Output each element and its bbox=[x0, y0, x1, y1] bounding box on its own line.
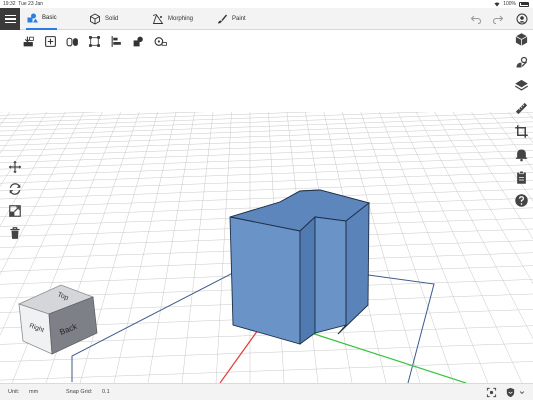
model-front-face bbox=[229, 216, 301, 345]
shield-view-icon[interactable] bbox=[505, 387, 516, 398]
grid-line bbox=[0, 99, 2, 102]
app-window: 19:32 Tue 23 Jan 100% Basic Solid Morphi… bbox=[0, 0, 533, 400]
solid-cube-icon bbox=[90, 13, 100, 25]
scale-icon[interactable] bbox=[8, 204, 22, 218]
tab-basic[interactable]: Basic bbox=[26, 8, 57, 30]
right-panel-tools bbox=[514, 32, 530, 208]
view-cube-icon[interactable] bbox=[514, 32, 529, 47]
grid-line bbox=[215, 99, 233, 383]
status-time: 19:32 bbox=[3, 1, 16, 7]
align-tool[interactable] bbox=[110, 35, 123, 48]
trash-icon[interactable] bbox=[8, 226, 22, 240]
tab-basic-label: Basic bbox=[42, 15, 57, 21]
tab-morphing-label: Morphing bbox=[168, 16, 194, 22]
view-cube[interactable]: Top Right Back bbox=[15, 283, 99, 355]
left-transform-tools bbox=[8, 160, 22, 240]
status-right: 100% bbox=[494, 1, 529, 7]
grid-line bbox=[374, 99, 489, 383]
tab-solid[interactable]: Solid bbox=[89, 8, 118, 30]
grid-line bbox=[0, 112, 533, 132]
x-axis-line bbox=[219, 329, 259, 383]
ruler-icon[interactable] bbox=[514, 101, 529, 116]
tab-solid-label: Solid bbox=[105, 16, 119, 22]
tab-paint[interactable]: Paint bbox=[216, 8, 246, 30]
paint-brush-icon bbox=[218, 14, 227, 24]
duplicate-tool[interactable] bbox=[66, 35, 79, 48]
tab-paint-label: Paint bbox=[232, 16, 246, 22]
basic-shapes-icon bbox=[27, 13, 38, 23]
battery-percent: 100% bbox=[503, 1, 516, 7]
grid-line bbox=[0, 164, 533, 184]
sky-area bbox=[0, 50, 533, 112]
undo-icon[interactable] bbox=[470, 13, 482, 25]
add-shape-tool[interactable] bbox=[44, 35, 57, 48]
chevron-down-icon[interactable] bbox=[519, 387, 525, 398]
grid-line bbox=[0, 171, 533, 192]
status-date: Tue 23 Jan bbox=[18, 1, 44, 7]
bounding-box-tool[interactable] bbox=[88, 35, 101, 48]
morphing-icon bbox=[152, 14, 164, 24]
layers-icon[interactable] bbox=[514, 78, 529, 93]
status-left: 19:32 Tue 23 Jan bbox=[3, 1, 43, 7]
grid-line bbox=[0, 126, 533, 146]
bounding-box-icon bbox=[89, 35, 100, 47]
wifi-icon bbox=[494, 2, 500, 6]
help-icon[interactable] bbox=[514, 193, 529, 208]
redo-icon[interactable] bbox=[492, 13, 504, 25]
bottom-status-bar: Unit: mm Snap Grid: 0.1 bbox=[0, 383, 533, 400]
grid-line bbox=[147, 99, 197, 383]
notification-bell-icon[interactable] bbox=[514, 147, 529, 162]
import-icon bbox=[23, 36, 34, 46]
rotate-icon[interactable] bbox=[8, 182, 22, 196]
snap-grid-selector[interactable]: 0.1 bbox=[102, 389, 110, 395]
measure-icon bbox=[154, 36, 167, 46]
add-box-icon bbox=[45, 35, 56, 47]
top-toolbar: Basic Solid Morphing Paint bbox=[0, 8, 533, 30]
account-icon[interactable] bbox=[516, 13, 528, 25]
group-tool[interactable] bbox=[132, 35, 145, 48]
grid-line bbox=[0, 132, 533, 152]
hamburger-menu-button[interactable] bbox=[0, 8, 20, 30]
align-icon bbox=[111, 35, 121, 47]
import-tool[interactable] bbox=[22, 35, 35, 48]
status-bar: 19:32 Tue 23 Jan 100% bbox=[0, 0, 533, 8]
grid-line bbox=[0, 188, 533, 208]
move-icon[interactable] bbox=[8, 160, 22, 174]
tab-morphing[interactable]: Morphing bbox=[152, 8, 193, 30]
3d-model[interactable] bbox=[229, 189, 370, 345]
unit-label: Unit: bbox=[8, 389, 20, 395]
group-icon bbox=[133, 36, 143, 46]
clipboard-icon[interactable] bbox=[514, 170, 529, 185]
snap-grid-label: Snap Grid: bbox=[66, 389, 93, 395]
grid-line bbox=[0, 137, 533, 157]
fit-view-icon[interactable] bbox=[486, 387, 497, 398]
material-icon[interactable] bbox=[514, 55, 529, 70]
battery-icon bbox=[519, 1, 529, 7]
grid-line bbox=[181, 99, 215, 383]
duplicate-icon bbox=[66, 37, 78, 46]
secondary-toolbar bbox=[22, 33, 167, 49]
crop-icon[interactable] bbox=[514, 124, 529, 139]
grid-line bbox=[0, 361, 533, 381]
grid-line bbox=[0, 121, 533, 141]
measure-tool[interactable] bbox=[154, 35, 167, 48]
unit-selector[interactable]: mm bbox=[29, 389, 38, 395]
